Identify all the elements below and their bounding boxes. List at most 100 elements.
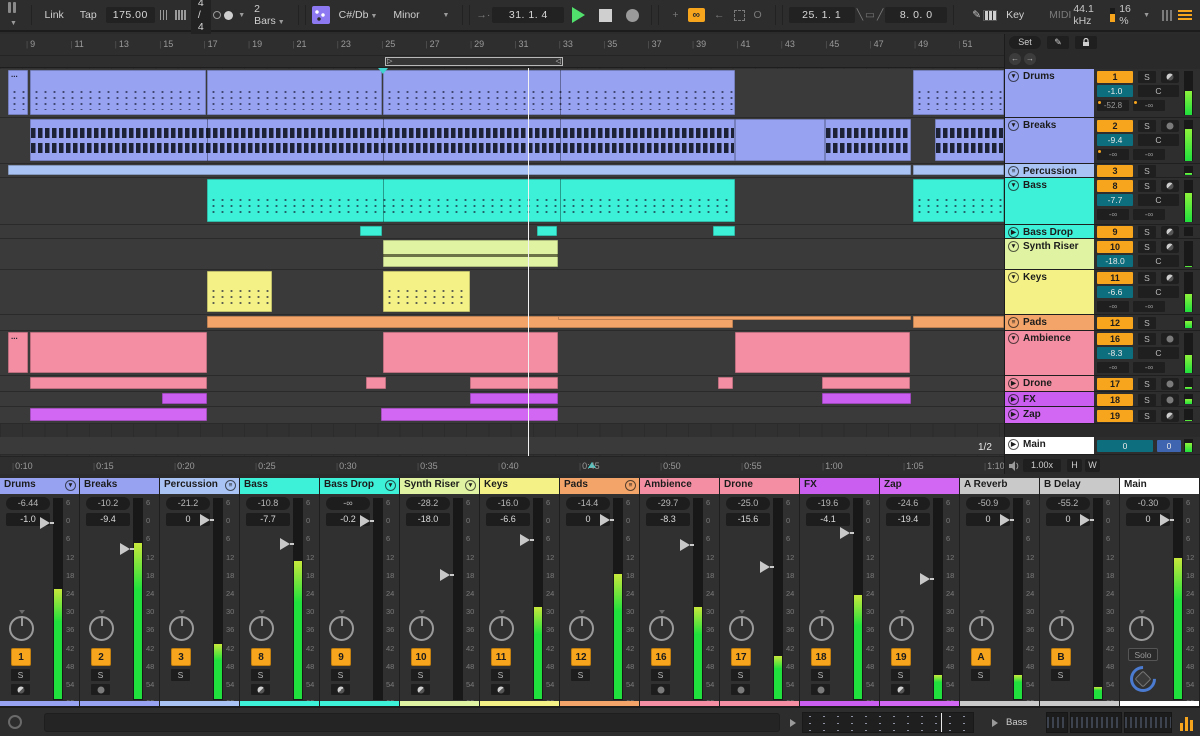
volume-fader-handle[interactable]: [1080, 514, 1094, 527]
peak-level-field[interactable]: -10.8: [246, 497, 290, 510]
performance-meter-icon[interactable]: [1180, 715, 1193, 731]
tempo-field[interactable]: 175.00: [105, 7, 155, 23]
fold-group-icon[interactable]: ≡: [1008, 166, 1019, 177]
solo-button[interactable]: S: [251, 669, 270, 681]
clip[interactable]: [30, 377, 207, 389]
arm-button[interactable]: [1161, 394, 1179, 406]
arm-button[interactable]: [731, 684, 750, 695]
volume-fader-handle[interactable]: [1000, 514, 1014, 527]
volume-fader-handle[interactable]: [920, 572, 934, 585]
send-field[interactable]: -∞: [1133, 209, 1165, 220]
clip[interactable]: [913, 165, 1004, 175]
key-map-button[interactable]: Key: [999, 7, 1031, 23]
send-field[interactable]: -∞: [1097, 209, 1129, 220]
zoom-level-field[interactable]: 1.00x: [1023, 459, 1061, 472]
pan-knob[interactable]: [569, 616, 594, 641]
mixer-track-title[interactable]: B Delay: [1040, 478, 1119, 494]
fold-open-icon[interactable]: ▼: [465, 480, 476, 491]
clip[interactable]: [913, 179, 1004, 222]
solo-button[interactable]: S: [1138, 241, 1156, 253]
mixer-track-title[interactable]: Keys: [480, 478, 559, 494]
track-number-button[interactable]: 8: [251, 648, 271, 666]
main-volume-field[interactable]: 0: [1097, 440, 1153, 452]
clip[interactable]: [30, 332, 207, 373]
clip[interactable]: [822, 377, 910, 389]
cpu-meter[interactable]: 16 % ▼: [1109, 3, 1150, 27]
volume-field[interactable]: -7.7: [1097, 194, 1133, 206]
volume-field[interactable]: -19.4: [886, 513, 930, 526]
peak-level-field[interactable]: -50.9: [966, 497, 1010, 510]
pan-field[interactable]: C: [1138, 85, 1179, 97]
clip[interactable]: [718, 377, 733, 389]
pan-field[interactable]: C: [1138, 347, 1179, 359]
midi-keyboard-icon[interactable]: [983, 9, 998, 21]
record-button[interactable]: [626, 8, 640, 22]
pan-knob[interactable]: [649, 616, 674, 641]
pan-knob[interactable]: [9, 616, 34, 641]
track-number-button[interactable]: 10: [411, 648, 431, 666]
pan-field[interactable]: C: [1138, 134, 1179, 146]
mixer-track-title[interactable]: A Reverb: [960, 478, 1039, 494]
track-number-button[interactable]: 11: [491, 648, 511, 666]
peak-level-field[interactable]: -0.30: [1126, 497, 1170, 510]
scale-name-menu[interactable]: Minor ▼: [386, 7, 456, 23]
clip[interactable]: [366, 377, 386, 389]
track-number-button[interactable]: 19: [891, 648, 911, 666]
clip[interactable]: ...: [8, 70, 28, 115]
clip[interactable]: [383, 332, 558, 373]
info-icon[interactable]: [8, 715, 22, 729]
mixer-track-title[interactable]: Drone: [720, 478, 799, 494]
track-lane-bass[interactable]: [0, 178, 1004, 225]
stop-button[interactable]: [599, 8, 613, 22]
arm-button[interactable]: [91, 684, 110, 695]
nav-right-button[interactable]: →: [1024, 53, 1036, 65]
pan-knob[interactable]: [809, 616, 834, 641]
peak-level-field[interactable]: -28.2: [406, 497, 450, 510]
mixer-track-title[interactable]: Percussion ≡: [160, 478, 239, 494]
track-lane-main[interactable]: [0, 437, 1004, 455]
clip[interactable]: [558, 316, 911, 320]
solo-button[interactable]: S: [1138, 226, 1156, 238]
solo-button[interactable]: S: [1138, 394, 1156, 406]
peak-level-field[interactable]: -10.2: [86, 497, 130, 510]
loop-start-field[interactable]: 25. 1. 1: [788, 7, 855, 23]
draw-mode-icon[interactable]: ✎: [972, 9, 981, 21]
volume-fader-handle[interactable]: [520, 534, 534, 547]
pan-knob[interactable]: [89, 616, 114, 641]
clip-play-icon[interactable]: [992, 719, 998, 727]
mixer-track-title[interactable]: Pads ≡: [560, 478, 639, 494]
clip[interactable]: [207, 271, 272, 312]
mixer-track-title[interactable]: Zap: [880, 478, 959, 494]
arm-button[interactable]: [251, 684, 270, 695]
fold-closed-icon[interactable]: ▶: [1008, 439, 1019, 450]
pan-field[interactable]: C: [1138, 255, 1179, 267]
track-number-button[interactable]: 16: [651, 648, 671, 666]
arm-button[interactable]: [811, 684, 830, 695]
solo-button[interactable]: Solo: [1128, 648, 1158, 661]
clip[interactable]: [30, 70, 206, 115]
solo-button[interactable]: S: [1051, 669, 1070, 681]
pan-knob[interactable]: [249, 616, 274, 641]
mixer-track-title[interactable]: FX: [800, 478, 879, 494]
track-number[interactable]: 18: [1097, 394, 1133, 406]
solo-button[interactable]: S: [491, 669, 510, 681]
volume-fader-handle[interactable]: [1160, 514, 1174, 527]
fold-closed-icon[interactable]: ▶: [1008, 409, 1019, 420]
punch-out-icon[interactable]: ╱: [877, 9, 883, 21]
arm-button[interactable]: [11, 684, 30, 695]
solo-button[interactable]: S: [11, 669, 30, 681]
track-number-button[interactable]: 18: [811, 648, 831, 666]
clip[interactable]: [207, 70, 382, 115]
volume-fader-handle[interactable]: [760, 561, 774, 574]
track-number[interactable]: 16: [1097, 333, 1133, 345]
solo-button[interactable]: S: [91, 669, 110, 681]
track-number-button[interactable]: 2: [91, 648, 111, 666]
track-number[interactable]: 1: [1097, 71, 1133, 83]
metronome-button[interactable]: ▼: [213, 10, 245, 20]
send-field[interactable]: -52.8: [1097, 100, 1129, 111]
track-lane-ambience[interactable]: ...: [0, 331, 1004, 376]
add-marker-button[interactable]: +: [665, 7, 685, 23]
track-number-button[interactable]: 12: [571, 648, 591, 666]
clip[interactable]: [30, 119, 735, 161]
fold-open-icon[interactable]: ▼: [385, 480, 396, 491]
